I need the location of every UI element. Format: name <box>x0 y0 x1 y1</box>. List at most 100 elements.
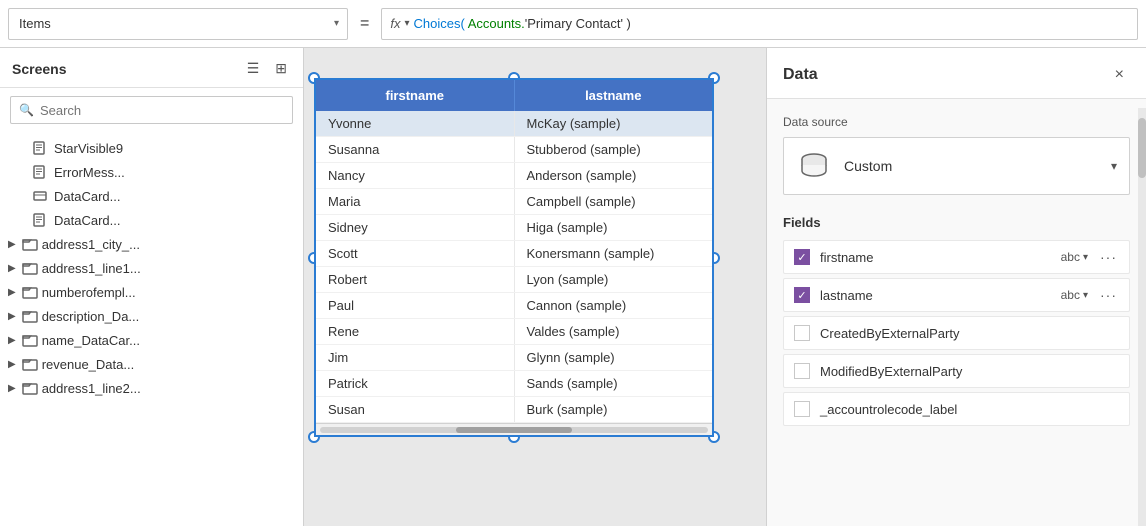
datasource-section-label: Data source <box>783 115 1130 129</box>
col-header-lastname: lastname <box>515 80 713 111</box>
field-more-button-lastname[interactable]: ··· <box>1098 287 1119 303</box>
card-icon <box>32 188 48 204</box>
right-panel: Data × Data source Custom ▾ Fields <box>766 48 1146 526</box>
formula-input[interactable]: fx ▾ Choices( Accounts.'Primary Contact'… <box>381 8 1138 40</box>
table-row[interactable]: Paul Cannon (sample) <box>316 293 712 319</box>
field-checkbox-accountrolecode[interactable] <box>794 401 810 417</box>
field-name-modifiedbyexternalparty: ModifiedByExternalParty <box>820 364 1119 379</box>
table-cell: Yvonne <box>316 111 515 136</box>
table-cell: Burk (sample) <box>515 397 713 422</box>
list-item[interactable]: DataCard... <box>0 208 303 232</box>
tree-item-label: revenue_Data... <box>42 357 135 372</box>
field-checkbox-lastname[interactable] <box>794 287 810 303</box>
tree-item-label: StarVisible9 <box>54 141 123 156</box>
table-row[interactable]: Patrick Sands (sample) <box>316 371 712 397</box>
tree-item-label: DataCard... <box>54 189 120 204</box>
field-checkbox-modifiedbyexternalparty[interactable] <box>794 363 810 379</box>
field-checkbox-createdbyexternalparty[interactable] <box>794 325 810 341</box>
table-cell: Robert <box>316 267 515 292</box>
table-cell: McKay (sample) <box>515 111 713 136</box>
list-item[interactable]: ▶ address1_city_... <box>0 232 303 256</box>
right-panel-title: Data <box>783 66 818 84</box>
table-row[interactable]: Yvonne McKay (sample) <box>316 111 712 137</box>
folder-icon <box>22 380 38 396</box>
scroll-thumb <box>1138 118 1146 178</box>
expand-arrow: ▶ <box>8 263 16 274</box>
table-cell: Glynn (sample) <box>515 345 713 370</box>
tree-item-label: DataCard... <box>54 213 120 228</box>
list-item[interactable]: ▶ numberofempl... <box>0 280 303 304</box>
folder-icon <box>22 356 38 372</box>
sidebar-search[interactable]: 🔍 <box>10 96 293 124</box>
table-row[interactable]: Sidney Higa (sample) <box>316 215 712 241</box>
field-checkbox-firstname[interactable] <box>794 249 810 265</box>
table-row[interactable]: Rene Valdes (sample) <box>316 319 712 345</box>
database-icon <box>796 148 832 184</box>
table-row[interactable]: Susan Burk (sample) <box>316 397 712 423</box>
table-cell: Paul <box>316 293 515 318</box>
folder-icon <box>22 284 38 300</box>
items-selector-value: Items <box>9 16 326 31</box>
expand-arrow: ▶ <box>8 383 16 394</box>
table-cell: Konersmann (sample) <box>515 241 713 266</box>
scrollbar-track <box>320 427 708 433</box>
field-row-createdbyexternalparty: CreatedByExternalParty <box>783 316 1130 350</box>
list-item[interactable]: ▶ address1_line1... <box>0 256 303 280</box>
list-item[interactable]: ▶ name_DataCar... <box>0 328 303 352</box>
table-cell: Patrick <box>316 371 515 396</box>
list-item[interactable]: DataCard... <box>0 184 303 208</box>
table-cell: Stubberod (sample) <box>515 137 713 162</box>
tree-item-label: address1_line2... <box>42 381 141 396</box>
table-cell: Valdes (sample) <box>515 319 713 344</box>
table-cell: Maria <box>316 189 515 214</box>
sidebar: Screens ☰ ⊞ 🔍 StarVisible9 ErrorMe <box>0 48 304 526</box>
table-cell: Susanna <box>316 137 515 162</box>
list-item[interactable]: ▶ revenue_Data... <box>0 352 303 376</box>
edit-icon <box>32 140 48 156</box>
table-cell: Cannon (sample) <box>515 293 713 318</box>
edit-icon <box>32 164 48 180</box>
datasource-selector[interactable]: Custom ▾ <box>783 137 1130 195</box>
tree-item-label: address1_city_... <box>42 237 140 252</box>
list-item[interactable]: ▶ description_Da... <box>0 304 303 328</box>
search-input[interactable] <box>40 103 284 118</box>
right-panel-scrollbar[interactable] <box>1138 108 1146 526</box>
list-item[interactable]: ErrorMess... <box>0 160 303 184</box>
table-cell: Jim <box>316 345 515 370</box>
formula-bar: Items ▾ = fx ▾ Choices( Accounts.'Primar… <box>0 0 1146 48</box>
datasource-name: Custom <box>844 158 1099 174</box>
close-button[interactable]: × <box>1109 64 1130 86</box>
list-view-icon[interactable]: ☰ <box>243 58 264 79</box>
table-row[interactable]: Jim Glynn (sample) <box>316 345 712 371</box>
folder-icon <box>22 260 38 276</box>
table-row[interactable]: Maria Campbell (sample) <box>316 189 712 215</box>
folder-icon <box>22 308 38 324</box>
sidebar-title: Screens <box>12 61 66 77</box>
table-cell: Lyon (sample) <box>515 267 713 292</box>
tree-item-label: numberofempl... <box>42 285 136 300</box>
field-type-lastname: abc ▾ <box>1061 288 1088 302</box>
fx-label: fx <box>390 16 400 31</box>
field-name-firstname: firstname <box>820 250 1051 265</box>
items-selector[interactable]: Items ▾ <box>8 8 348 40</box>
expand-arrow: ▶ <box>8 239 16 250</box>
table-scrollbar[interactable] <box>316 423 712 435</box>
folder-icon <box>22 332 38 348</box>
table-row[interactable]: Nancy Anderson (sample) <box>316 163 712 189</box>
list-item[interactable]: ▶ address1_line2... <box>0 376 303 400</box>
table-cell: Susan <box>316 397 515 422</box>
canvas-area: firstname lastname Yvonne McKay (sample)… <box>304 48 766 526</box>
data-table-widget[interactable]: firstname lastname Yvonne McKay (sample)… <box>314 78 714 437</box>
scrollbar-thumb <box>456 427 572 433</box>
expand-arrow: ▶ <box>8 335 16 346</box>
field-more-button-firstname[interactable]: ··· <box>1098 249 1119 265</box>
field-row-lastname: lastname abc ▾ ··· <box>783 278 1130 312</box>
field-row-accountrolecode: _accountrolecode_label <box>783 392 1130 426</box>
table-row[interactable]: Susanna Stubberod (sample) <box>316 137 712 163</box>
grid-view-icon[interactable]: ⊞ <box>271 58 291 79</box>
table-row[interactable]: Scott Konersmann (sample) <box>316 241 712 267</box>
formula-content: Choices( Accounts.'Primary Contact' ) <box>414 16 631 31</box>
expand-arrow: ▶ <box>8 287 16 298</box>
table-row[interactable]: Robert Lyon (sample) <box>316 267 712 293</box>
list-item[interactable]: StarVisible9 <box>0 136 303 160</box>
